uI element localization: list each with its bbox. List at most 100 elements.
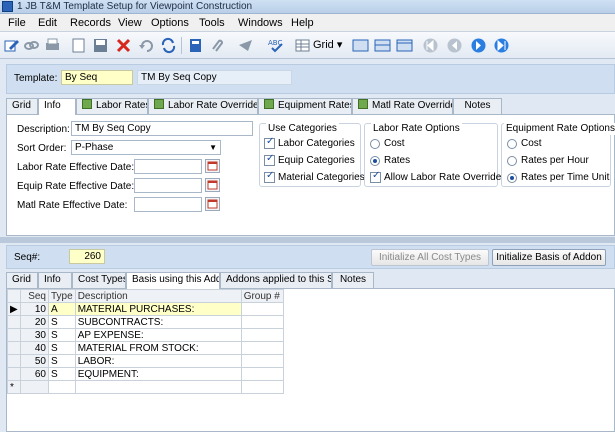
grid-view-icon[interactable] xyxy=(294,37,311,54)
seq-label: Seq#: xyxy=(14,252,41,263)
tab-labor-rates[interactable]: Labor Rates xyxy=(76,98,148,114)
current-row-indicator-icon: ▶ xyxy=(7,302,21,316)
column-header-type[interactable]: Type xyxy=(48,289,76,303)
table-icon xyxy=(154,99,164,109)
layout-1-icon[interactable] xyxy=(352,37,369,54)
tab-labor-rate-overrides[interactable]: Labor Rate Overrides xyxy=(148,98,258,114)
tab-matl-rate-overrides[interactable]: Matl Rate Overrides xyxy=(352,98,453,114)
labor-rates-radio[interactable] xyxy=(370,156,380,166)
column-header-seq[interactable]: Seq xyxy=(20,289,49,303)
top-tab-strip: Grid Info Labor Rates Labor Rate Overrid… xyxy=(6,98,615,115)
tab-info[interactable]: Info xyxy=(38,98,76,115)
first-record-icon[interactable] xyxy=(422,37,439,54)
tab-notes[interactable]: Notes xyxy=(332,272,374,288)
attach-icon[interactable] xyxy=(208,37,225,54)
calendar-icon[interactable] xyxy=(205,178,220,192)
template-header: Template: By Seq TM By Seq Copy xyxy=(6,64,615,94)
menu-records[interactable]: Records xyxy=(70,16,111,30)
equipment-rate-options-group: Equipment Rate Options Cost Rates per Ho… xyxy=(501,123,615,187)
chevron-down-icon: ▾ xyxy=(336,39,343,51)
table-row[interactable]: ▶ 10 A MATERIAL PURCHASES: xyxy=(7,302,284,316)
menu-view[interactable]: View xyxy=(118,16,142,30)
labor-date-input[interactable] xyxy=(134,159,202,174)
material-categories-checkbox[interactable] xyxy=(264,170,275,183)
tab-equipment-rates[interactable]: Equipment Rates xyxy=(258,98,352,114)
column-header-group[interactable]: Group # xyxy=(240,289,284,303)
tab-grid[interactable]: Grid xyxy=(6,272,38,288)
toolbar: ABC Grid ▾ xyxy=(0,32,615,59)
info-panel: Description: TM By Seq Copy Sort Order: … xyxy=(6,114,615,236)
tab-grid[interactable]: Grid xyxy=(6,98,38,114)
calculator-icon[interactable] xyxy=(187,37,204,54)
delete-icon[interactable] xyxy=(115,37,132,54)
equip-rates-per-hour-label: Rates per Hour xyxy=(521,155,589,166)
edit-icon[interactable] xyxy=(3,37,20,54)
print-icon[interactable] xyxy=(44,37,61,54)
initialize-all-cost-types-button[interactable]: Initialize All Cost Types xyxy=(371,249,489,266)
save-icon[interactable] xyxy=(92,37,109,54)
grid-dropdown[interactable]: Grid ▾ xyxy=(313,38,342,53)
equip-date-label: Equip Rate Effective Date: xyxy=(17,181,135,192)
previous-record-icon[interactable] xyxy=(446,37,463,54)
equip-cost-label: Cost xyxy=(521,138,542,149)
next-record-icon[interactable] xyxy=(470,37,487,54)
equip-rates-per-time-unit-label: Rates per Time Unit xyxy=(521,172,610,183)
description-input[interactable]: TM By Seq Copy xyxy=(71,121,253,136)
equipment-rate-options-title: Equipment Rate Options xyxy=(504,123,615,135)
calendar-icon[interactable] xyxy=(205,159,220,173)
menu-file[interactable]: File xyxy=(8,16,26,30)
menu-tools[interactable]: Tools xyxy=(199,16,225,30)
layout-3-icon[interactable] xyxy=(396,37,413,54)
equip-rates-per-hour-radio[interactable] xyxy=(507,156,517,166)
labor-categories-label: Labor Categories xyxy=(278,138,355,149)
table-row[interactable]: 60 S EQUIPMENT: xyxy=(7,367,284,381)
template-description: TM By Seq Copy xyxy=(137,70,292,85)
menu-help[interactable]: Help xyxy=(291,16,314,30)
tab-cost-types[interactable]: Cost Types xyxy=(72,272,126,288)
labor-rate-options-group: Labor Rate Options Cost Rates Allow Labo… xyxy=(364,123,506,187)
menu-options[interactable]: Options xyxy=(151,16,189,30)
template-input[interactable]: By Seq xyxy=(61,70,133,85)
equip-cost-radio[interactable] xyxy=(507,139,517,149)
seq-header: Seq#: 260 Initialize All Cost Types Init… xyxy=(6,245,615,269)
window-title: 1 JB T&M Template Setup for Viewpoint Co… xyxy=(17,1,253,12)
seq-input[interactable]: 260 xyxy=(69,249,105,264)
bottom-tab-strip: Grid Info Cost Types Basis using this Ad… xyxy=(6,272,615,289)
column-header-description[interactable]: Description xyxy=(74,289,242,303)
panel-splitter[interactable] xyxy=(0,237,615,243)
new-row-marker: * xyxy=(7,380,21,394)
labor-cost-radio[interactable] xyxy=(370,139,380,149)
undo-icon[interactable] xyxy=(138,37,155,54)
menu-windows[interactable]: Windows xyxy=(238,16,283,30)
tab-info[interactable]: Info xyxy=(38,272,72,288)
initialize-basis-of-addon-button[interactable]: Initialize Basis of Addon xyxy=(492,249,606,266)
table-row[interactable]: 40 S MATERIAL FROM STOCK: xyxy=(7,341,284,355)
tab-addons-applied-to-this-seq[interactable]: Addons applied to this Seq xyxy=(220,272,332,288)
labor-date-label: Labor Rate Effective Date: xyxy=(17,162,135,173)
calendar-icon[interactable] xyxy=(205,197,220,211)
link-icon[interactable] xyxy=(23,37,40,54)
new-row[interactable]: * xyxy=(7,380,284,394)
send-icon[interactable] xyxy=(237,37,254,54)
equip-categories-checkbox[interactable] xyxy=(264,153,275,166)
labor-cost-label: Cost xyxy=(384,138,405,149)
table-row[interactable]: 30 S AP EXPENSE: xyxy=(7,328,284,342)
spellcheck-icon[interactable]: ABC xyxy=(268,37,285,54)
description-label: Description: xyxy=(17,124,70,135)
matl-date-input[interactable] xyxy=(134,197,202,212)
equip-rates-per-time-unit-radio[interactable] xyxy=(507,173,517,183)
menu-edit[interactable]: Edit xyxy=(38,16,57,30)
table-row[interactable]: 20 S SUBCONTRACTS: xyxy=(7,315,284,329)
equip-date-input[interactable] xyxy=(134,178,202,193)
table-row[interactable]: 50 S LABOR: xyxy=(7,354,284,368)
layout-2-icon[interactable] xyxy=(374,37,391,54)
allow-labor-overrides-checkbox[interactable] xyxy=(370,170,381,183)
new-record-icon[interactable] xyxy=(70,37,87,54)
labor-categories-checkbox[interactable] xyxy=(264,136,275,149)
refresh-icon[interactable] xyxy=(160,37,177,54)
table-icon xyxy=(358,99,368,109)
tab-notes[interactable]: Notes xyxy=(453,98,502,114)
last-record-icon[interactable] xyxy=(493,37,510,54)
tab-basis-using-this-addon[interactable]: Basis using this Addon xyxy=(126,272,220,289)
sort-order-select[interactable]: P-Phase ▼ xyxy=(71,140,221,155)
